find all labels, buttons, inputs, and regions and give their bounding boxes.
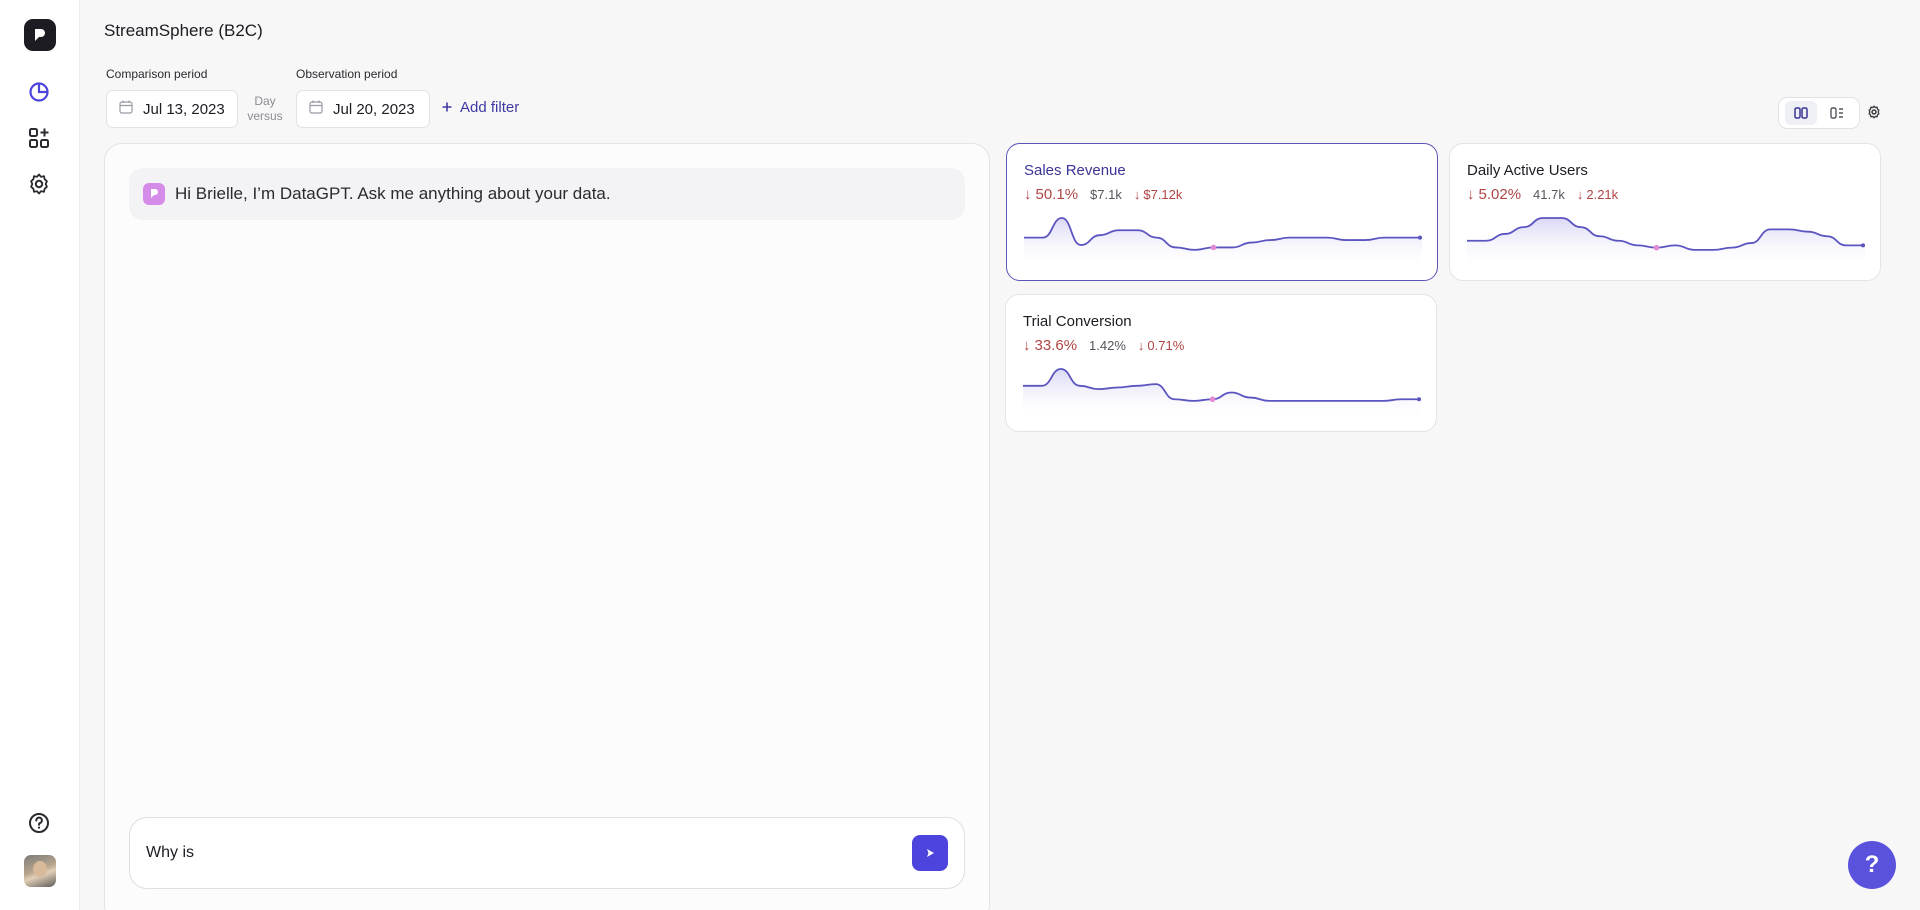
period-granularity[interactable]: Day versus — [244, 94, 286, 124]
arrow-down-icon: ↓ — [1024, 186, 1032, 203]
kpi-pct-change: ↓ 5.02% — [1467, 186, 1521, 203]
avatar[interactable] — [24, 855, 56, 887]
granularity-label: Day — [254, 94, 276, 108]
kpi-delta: ↓ $7.12k — [1134, 187, 1183, 202]
comparison-point — [1210, 244, 1217, 251]
kpi-value: 1.42% — [1089, 338, 1126, 353]
kpi-value: 41.7k — [1533, 187, 1565, 202]
greeting-text: Hi Brielle, I’m DataGPT. Ask me anything… — [175, 184, 611, 203]
kpi-pct-value: 50.1% — [1035, 186, 1079, 203]
kpi-delta: ↓ 2.21k — [1577, 187, 1618, 202]
kpi-delta: ↓ 0.71% — [1138, 338, 1184, 353]
help-button[interactable]: ? — [1848, 841, 1896, 889]
calendar-icon — [119, 100, 133, 118]
settings-icon[interactable] — [26, 171, 52, 197]
kpi-delta-value: 2.21k — [1586, 187, 1619, 202]
arrow-down-icon: ↓ — [1467, 186, 1475, 203]
sales-revenue-sparkline — [1024, 217, 1422, 270]
assistant-message: Hi Brielle, I’m DataGPT. Ask me anything… — [129, 168, 965, 220]
app-title: StreamSphere (B2C) — [104, 21, 263, 40]
view-settings-icon[interactable] — [1866, 104, 1882, 125]
plus-icon — [442, 99, 452, 116]
observation-period-label: Observation period — [296, 67, 398, 81]
kpi-pct-value: 33.6% — [1034, 337, 1078, 354]
daily-active-users-sparkline — [1467, 217, 1865, 270]
logo-icon[interactable] — [24, 19, 56, 51]
observation-point — [1418, 235, 1422, 240]
observation-point — [1861, 243, 1865, 248]
list-view-icon[interactable] — [1821, 101, 1853, 125]
calendar-icon — [309, 100, 323, 118]
kpi-delta-value: $7.12k — [1143, 187, 1183, 202]
kpi-title: Sales Revenue — [1024, 162, 1126, 179]
kpi-card-sales-revenue[interactable]: Sales Revenue ↓ 50.1% $7.1k ↓ $7.12k — [1006, 143, 1438, 281]
kpi-stats: ↓ 50.1% $7.1k ↓ $7.12k — [1024, 186, 1182, 203]
kpi-pct-change: ↓ 50.1% — [1024, 186, 1078, 203]
kpi-title: Daily Active Users — [1467, 162, 1588, 179]
kpi-title: Trial Conversion — [1023, 313, 1132, 330]
comparison-point — [1209, 396, 1216, 403]
arrow-down-icon: ↓ — [1576, 187, 1584, 202]
kpi-pct-value: 5.02% — [1478, 186, 1522, 203]
observation-date: Jul 20, 2023 — [333, 100, 415, 118]
view-toggle — [1778, 97, 1860, 129]
send-icon — [927, 849, 934, 857]
arrow-down-icon: ↓ — [1133, 187, 1141, 202]
chat-panel: Hi Brielle, I’m DataGPT. Ask me anything… — [104, 143, 990, 910]
kpi-value: $7.1k — [1090, 187, 1122, 202]
chat-input-box — [129, 817, 965, 889]
bot-icon — [143, 183, 165, 205]
sidebar — [0, 0, 80, 910]
observation-point — [1417, 397, 1421, 402]
trial-conversion-sparkline — [1023, 368, 1421, 421]
grid-view-icon[interactable] — [1785, 101, 1817, 125]
comparison-date-button[interactable]: Jul 13, 2023 — [106, 90, 238, 128]
chat-input[interactable] — [146, 844, 912, 862]
kpi-card-trial-conversion[interactable]: Trial Conversion ↓ 33.6% 1.42% ↓ 0.71% — [1005, 294, 1437, 432]
comparison-point — [1653, 244, 1660, 251]
arrow-down-icon: ↓ — [1023, 337, 1031, 354]
arrow-down-icon: ↓ — [1137, 338, 1145, 353]
kpi-stats: ↓ 33.6% 1.42% ↓ 0.71% — [1023, 337, 1184, 354]
comparison-period-label: Comparison period — [106, 67, 208, 81]
kpi-card-daily-active-users[interactable]: Daily Active Users ↓ 5.02% 41.7k ↓ 2.21k — [1449, 143, 1881, 281]
analytics-icon[interactable] — [26, 79, 52, 105]
kpi-pct-change: ↓ 33.6% — [1023, 337, 1077, 354]
widgets-icon[interactable] — [26, 125, 52, 151]
observation-date-button[interactable]: Jul 20, 2023 — [296, 90, 430, 128]
versus-label: versus — [247, 109, 283, 123]
kpi-stats: ↓ 5.02% 41.7k ↓ 2.21k — [1467, 186, 1618, 203]
help-circle-icon[interactable] — [26, 810, 52, 836]
add-filter-label: Add filter — [460, 99, 520, 116]
kpi-delta-value: 0.71% — [1147, 338, 1185, 353]
add-filter-button[interactable]: Add filter — [442, 99, 519, 116]
send-button[interactable] — [912, 835, 948, 871]
comparison-date: Jul 13, 2023 — [143, 100, 225, 118]
